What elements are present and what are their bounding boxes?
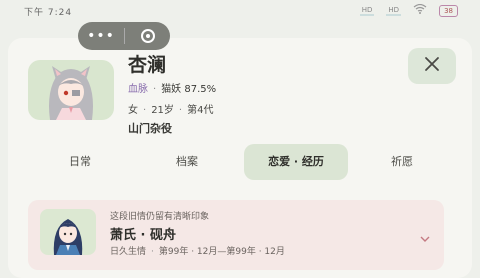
relationship-card[interactable]: 这段旧情仍留有清晰印象 萧氏 · 砚舟 日久生情 · 第99年 · 12月—第99年…	[28, 200, 444, 270]
battery-icon: 38	[439, 4, 458, 17]
gender: 女	[128, 105, 138, 116]
age: 21岁	[151, 105, 174, 116]
partner-name: 萧氏 · 砚舟	[110, 228, 176, 243]
bloodline-label: 血脉	[128, 84, 148, 95]
close-icon	[423, 55, 441, 77]
wifi-icon	[413, 3, 427, 17]
character-name: 杏澜	[128, 54, 167, 76]
tab-romance-history[interactable]: 恋爱 · 经历	[244, 144, 348, 180]
signal-icon: HD	[359, 5, 375, 16]
more-dots-icon[interactable]: •••	[78, 28, 124, 44]
mini-program-capsule: •••	[78, 22, 170, 50]
character-role: 山门杂役	[128, 122, 172, 135]
chevron-down-icon[interactable]	[420, 228, 430, 247]
generation: 第4代	[187, 105, 214, 116]
close-button[interactable]	[408, 48, 456, 84]
status-icons: HD HD 38	[359, 3, 458, 17]
relationship-period: 第99年 · 12月—第99年 · 12月	[158, 247, 285, 257]
signal-icon-2: HD	[386, 5, 402, 16]
status-bar: 下午 7:24 HD HD 38	[0, 0, 480, 22]
character-avatar	[28, 60, 114, 120]
partner-avatar	[40, 209, 96, 255]
tab-bar: 日常 档案 恋爱 · 经历 祈愿	[30, 144, 450, 180]
status-time: 下午 7:24	[24, 8, 73, 18]
target-icon[interactable]	[125, 29, 170, 43]
tab-daily[interactable]: 日常	[30, 144, 130, 180]
bloodline-row: 血脉 · 猫妖 87.5%	[128, 84, 217, 95]
relationship-status: 日久生情	[110, 247, 147, 257]
relationship-details: 日久生情 · 第99年 · 12月—第99年 · 12月	[110, 247, 285, 257]
tab-prayer[interactable]: 祈愿	[352, 144, 452, 180]
bloodline-value: 猫妖 87.5%	[161, 84, 217, 95]
character-meta: 女 · 21岁 · 第4代	[128, 105, 214, 116]
tab-archive[interactable]: 档案	[137, 144, 237, 180]
relationship-note: 这段旧情仍留有清晰印象	[110, 212, 210, 222]
